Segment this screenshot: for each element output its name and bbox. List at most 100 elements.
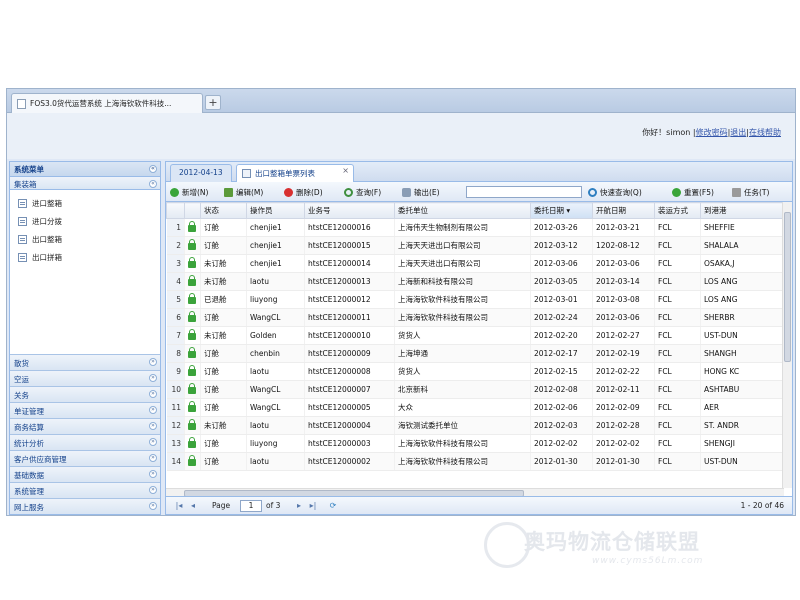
cell-status: 订舱 xyxy=(200,344,247,363)
table-row[interactable]: 5 已退舱 liuyong htstCE12000012 上海海钦软件科技有限公司 201… xyxy=(166,290,784,309)
col-header-entrust-date[interactable]: 委托日期 ▾ xyxy=(530,202,593,219)
prev-page-icon[interactable]: ◂ xyxy=(188,501,198,511)
collapse-icon[interactable]: « xyxy=(149,180,157,188)
cell-port: ST. ANDR xyxy=(700,416,784,435)
cell-operator: WangCL xyxy=(246,398,305,417)
page-number-input[interactable]: 1 xyxy=(240,500,262,512)
cell-ship-mode: FCL xyxy=(654,380,701,399)
cell-client: 海钦测试委托单位 xyxy=(394,416,531,435)
sidebar-item-export-fcl[interactable]: 出口整箱 xyxy=(16,230,154,248)
sidebar-group-customs[interactable]: 关务» xyxy=(10,386,160,402)
lock-icon xyxy=(188,239,196,250)
cell-port: SHERBR xyxy=(700,308,784,327)
col-header-sail-date[interactable]: 开航日期 xyxy=(592,202,655,219)
delete-button[interactable]: 删除(D) xyxy=(284,186,323,198)
query-button[interactable]: 查询(F) xyxy=(344,186,381,198)
cell-business-no: htstCE12000013 xyxy=(304,272,395,291)
cell-entrust-date: 2012-02-24 xyxy=(530,308,593,327)
col-header-operator[interactable]: 操作员 xyxy=(246,202,305,219)
sidebar-item-import-fcl[interactable]: 进口整箱 xyxy=(16,194,154,212)
col-header-business-no[interactable]: 业务号 xyxy=(304,202,395,219)
cell-sail-date: 2012-03-14 xyxy=(592,272,655,291)
table-row[interactable]: 12 未订舱 laotu htstCE12000004 海钦测试委托单位 2012-02-… xyxy=(166,416,784,435)
scroll-thumb[interactable] xyxy=(784,212,791,362)
table-row[interactable]: 9 订舱 laotu htstCE12000008 货货人 2012-02-15 2012-… xyxy=(166,362,784,381)
table-row[interactable]: 14 订舱 laotu htstCE12000002 上海海钦软件科技有限公司 2012-… xyxy=(166,452,784,471)
cell-business-no: htstCE12000010 xyxy=(304,326,395,345)
col-header-status[interactable]: 状态 xyxy=(200,202,247,219)
cell-status: 订舱 xyxy=(200,308,247,327)
cell-business-no: htstCE12000016 xyxy=(304,218,395,237)
cell-port: UST-DUN xyxy=(700,452,784,471)
table-row[interactable]: 6 订舱 WangCL htstCE12000011 上海海钦软件科技有限公司 2012-… xyxy=(166,308,784,327)
row-number: 14 xyxy=(166,452,185,471)
cell-operator: laotu xyxy=(246,416,305,435)
table-row[interactable]: 8 订舱 chenbin htstCE12000009 上海坤通 2012-02-17 20… xyxy=(166,344,784,363)
table-row[interactable]: 3 未订舱 chenjie1 htstCE12000014 上海天天进出口有限公司 201… xyxy=(166,254,784,273)
cell-entrust-date: 2012-03-01 xyxy=(530,290,593,309)
quick-query-button[interactable]: 快速查询(Q) xyxy=(588,186,642,198)
tab-date[interactable]: 2012-04-13 xyxy=(170,164,232,182)
col-header-client[interactable]: 委托单位 xyxy=(394,202,531,219)
cell-business-no: htstCE12000002 xyxy=(304,452,395,471)
browser-tab[interactable]: FOS3.0货代运营系统 上海海钦软件科技... xyxy=(11,93,203,113)
logout-link[interactable]: 退出 xyxy=(730,128,746,137)
lock-icon xyxy=(188,437,196,448)
lock-icon xyxy=(188,455,196,466)
cell-business-no: htstCE12000012 xyxy=(304,290,395,309)
sidebar-group-bulk[interactable]: 散货» xyxy=(10,354,160,370)
online-help-link[interactable]: 在线帮助 xyxy=(749,128,781,137)
new-tab-button[interactable]: + xyxy=(205,95,221,110)
table-row[interactable]: 4 未订舱 laotu htstCE12000013 上海新和科技有限公司 2012-03… xyxy=(166,272,784,291)
sidebar-group-base-data[interactable]: 基础数据» xyxy=(10,466,160,482)
sidebar-group-customers[interactable]: 客户供应商管理» xyxy=(10,450,160,466)
refresh-icon[interactable]: ⟳ xyxy=(328,501,338,511)
col-header-ship-mode[interactable]: 装运方式 xyxy=(654,202,701,219)
edit-button[interactable]: 编辑(M) xyxy=(224,186,263,198)
col-header-port[interactable]: 到港港 xyxy=(700,202,784,219)
table-row[interactable]: 7 未订舱 Golden htstCE12000010 货货人 2012-02-20 201… xyxy=(166,326,784,345)
add-button[interactable]: 新增(N) xyxy=(170,186,208,198)
browser-tab-title: FOS3.0货代运营系统 上海海钦软件科技... xyxy=(30,99,172,108)
cell-sail-date: 2012-03-21 xyxy=(592,218,655,237)
table-row[interactable]: 2 订舱 chenjie1 htstCE12000015 上海天天进出口有限公司 2012… xyxy=(166,236,784,255)
sidebar-item-import-distribution[interactable]: 进口分拨 xyxy=(16,212,154,230)
document-icon xyxy=(18,198,27,208)
cell-sail-date: 2012-03-08 xyxy=(592,290,655,309)
first-page-icon[interactable]: |◂ xyxy=(174,501,184,511)
user-greeting: 你好！simon |修改密码|退出|在线帮助 xyxy=(642,128,781,137)
watermark: 奥玛物流仓储联盟 www.cyms56Lm.com xyxy=(484,520,790,576)
table-row[interactable]: 11 订舱 WangCL htstCE12000005 大众 2012-02-06 2012… xyxy=(166,398,784,417)
cell-port: SHEFFIE xyxy=(700,218,784,237)
sidebar-group-system[interactable]: 系统管理» xyxy=(10,482,160,498)
sidebar-item-export-lcl[interactable]: 出口拼箱 xyxy=(16,248,154,266)
delete-icon xyxy=(284,187,293,197)
sidebar-group-air[interactable]: 空运» xyxy=(10,370,160,386)
table-row[interactable]: 13 订舱 liuyong htstCE12000003 上海海钦软件科技有限公司 201… xyxy=(166,434,784,453)
task-button[interactable]: 任务(T) xyxy=(732,186,769,198)
close-icon[interactable]: × xyxy=(342,166,349,175)
last-page-icon[interactable]: ▸| xyxy=(308,501,318,511)
export-button[interactable]: 输出(E) xyxy=(402,186,440,198)
task-icon xyxy=(732,187,741,197)
sidebar-group-settlement[interactable]: 商务结算» xyxy=(10,418,160,434)
lock-icon xyxy=(188,383,196,394)
quick-search-input[interactable] xyxy=(466,186,582,198)
reset-button[interactable]: 重置(F5) xyxy=(672,186,714,198)
change-password-link[interactable]: 修改密码 xyxy=(696,128,728,137)
next-page-icon[interactable]: ▸ xyxy=(294,501,304,511)
cell-status: 订舱 xyxy=(200,398,247,417)
cell-sail-date: 2012-01-30 xyxy=(592,452,655,471)
sidebar-group-online[interactable]: 网上服务» xyxy=(10,498,160,514)
table-row[interactable]: 10 订舱 WangCL htstCE12000007 北京新科 2012-02-08 20… xyxy=(166,380,784,399)
collapse-icon[interactable]: « xyxy=(149,165,157,173)
cell-status: 已退舱 xyxy=(200,290,247,309)
sidebar-group-documents[interactable]: 单证管理» xyxy=(10,402,160,418)
table-row[interactable]: 1 订舱 chenjie1 htstCE12000016 上海伟天生物制剂有限公司 201… xyxy=(166,218,784,237)
row-number: 11 xyxy=(166,398,185,417)
tab-export-fcl-list[interactable]: 出口整箱单票列表 × xyxy=(236,164,354,182)
cell-entrust-date: 2012-02-08 xyxy=(530,380,593,399)
sidebar-group-statistics[interactable]: 统计分析» xyxy=(10,434,160,450)
vertical-scrollbar[interactable] xyxy=(782,202,792,488)
sidebar-section-container[interactable]: 集装箱 « xyxy=(10,176,160,190)
